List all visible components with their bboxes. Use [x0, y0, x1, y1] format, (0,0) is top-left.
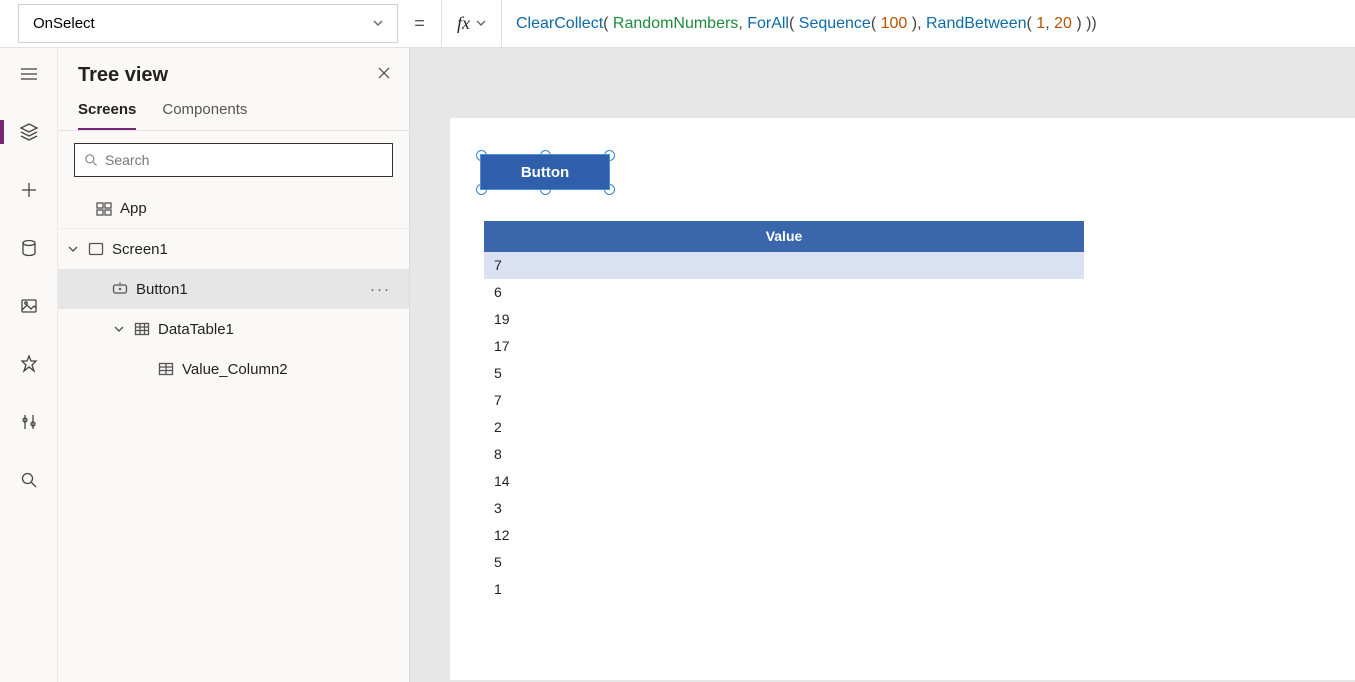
table-row[interactable]: 7: [484, 252, 1084, 279]
formula-token: 100: [881, 15, 908, 33]
fx-button[interactable]: fx: [442, 0, 502, 47]
table-row[interactable]: 7: [484, 387, 1084, 414]
canvas-button[interactable]: Button: [481, 155, 609, 189]
tree-node-label: DataTable1: [158, 321, 399, 338]
formula-token: 1: [1036, 15, 1045, 33]
table-row[interactable]: 8: [484, 441, 1084, 468]
close-icon[interactable]: [377, 66, 391, 85]
tree-node-value_column2[interactable]: Value_Column2···: [58, 349, 409, 389]
formula-token: (: [603, 15, 613, 33]
table-row[interactable]: 17: [484, 333, 1084, 360]
tree-node-datatable1[interactable]: DataTable1···: [58, 309, 409, 349]
fx-icon: fx: [457, 13, 470, 34]
button-icon: [110, 281, 130, 297]
rail-active-indicator: [0, 120, 4, 144]
tree-node-app[interactable]: App···: [58, 189, 409, 229]
search-input[interactable]: [105, 152, 384, 168]
formula-token: (: [1027, 15, 1037, 33]
search-input-wrapper[interactable]: [74, 143, 393, 177]
formula-token: 20: [1054, 15, 1072, 33]
property-select[interactable]: OnSelect: [18, 4, 398, 43]
canvas-button-label: Button: [521, 164, 569, 181]
tree-view-icon[interactable]: [15, 118, 43, 146]
search-icon: [83, 152, 99, 168]
formula-token: ,: [738, 15, 747, 33]
tree-node-label: Button1: [136, 281, 370, 298]
formula-token: ClearCollect: [516, 15, 603, 33]
canvas-datatable[interactable]: Value 76191757281431251: [484, 221, 1084, 603]
canvas-area: Button Value 76191757281431251: [410, 48, 1355, 682]
table-row[interactable]: 5: [484, 360, 1084, 387]
formula-token: (: [789, 15, 799, 33]
formula-token: (: [871, 15, 881, 33]
tree: App···Screen1···Button1···DataTable1···V…: [58, 189, 409, 682]
search-rail-icon[interactable]: [15, 466, 43, 494]
data-icon[interactable]: [15, 234, 43, 262]
table-row[interactable]: 3: [484, 495, 1084, 522]
tree-node-label: App: [120, 200, 399, 217]
datatable-header[interactable]: Value: [484, 221, 1084, 252]
table-row[interactable]: 12: [484, 522, 1084, 549]
formula-token: RandomNumbers: [613, 15, 738, 33]
panel-tabs: Screens Components: [58, 95, 409, 131]
chevron-down-icon[interactable]: [112, 324, 126, 334]
advanced-icon[interactable]: [15, 350, 43, 378]
table-row[interactable]: 19: [484, 306, 1084, 333]
equals-label: =: [398, 0, 442, 47]
more-icon[interactable]: ···: [370, 281, 399, 298]
table-row[interactable]: 14: [484, 468, 1084, 495]
table-icon: [132, 321, 152, 337]
tab-components[interactable]: Components: [162, 95, 247, 130]
table-row[interactable]: 2: [484, 414, 1084, 441]
chevron-down-icon[interactable]: [66, 244, 80, 254]
formula-token: RandBetween: [926, 15, 1027, 33]
tab-screens[interactable]: Screens: [78, 95, 136, 130]
panel-title: Tree view: [78, 64, 168, 87]
left-rail: [0, 48, 58, 682]
tree-node-label: Value_Column2: [182, 361, 399, 378]
table-row[interactable]: 5: [484, 549, 1084, 576]
app-icon: [94, 201, 114, 217]
column-icon: [156, 361, 176, 377]
hamburger-icon[interactable]: [15, 60, 43, 88]
table-row[interactable]: 6: [484, 279, 1084, 306]
screen-icon: [86, 241, 106, 257]
insert-icon[interactable]: [15, 176, 43, 204]
screen-canvas[interactable]: Button Value 76191757281431251: [450, 118, 1355, 680]
tree-node-screen1[interactable]: Screen1···: [58, 229, 409, 269]
formula-token: ),: [907, 15, 926, 33]
tree-node-button1[interactable]: Button1···: [58, 269, 409, 309]
chevron-down-icon: [476, 15, 486, 33]
formula-token: ForAll: [747, 15, 789, 33]
formula-token: Sequence: [799, 15, 871, 33]
tree-view-panel: Tree view Screens Components App···Scree…: [58, 48, 410, 682]
media-icon[interactable]: [15, 292, 43, 320]
tree-node-label: Screen1: [112, 241, 399, 258]
property-name: OnSelect: [33, 15, 95, 32]
formula-token: ,: [1045, 15, 1054, 33]
settings-icon[interactable]: [15, 408, 43, 436]
formula-bar[interactable]: ClearCollect( RandomNumbers, ForAll( Seq…: [502, 0, 1355, 47]
table-row[interactable]: 1: [484, 576, 1084, 603]
formula-token: ) )): [1072, 15, 1097, 33]
chevron-down-icon: [373, 15, 383, 32]
